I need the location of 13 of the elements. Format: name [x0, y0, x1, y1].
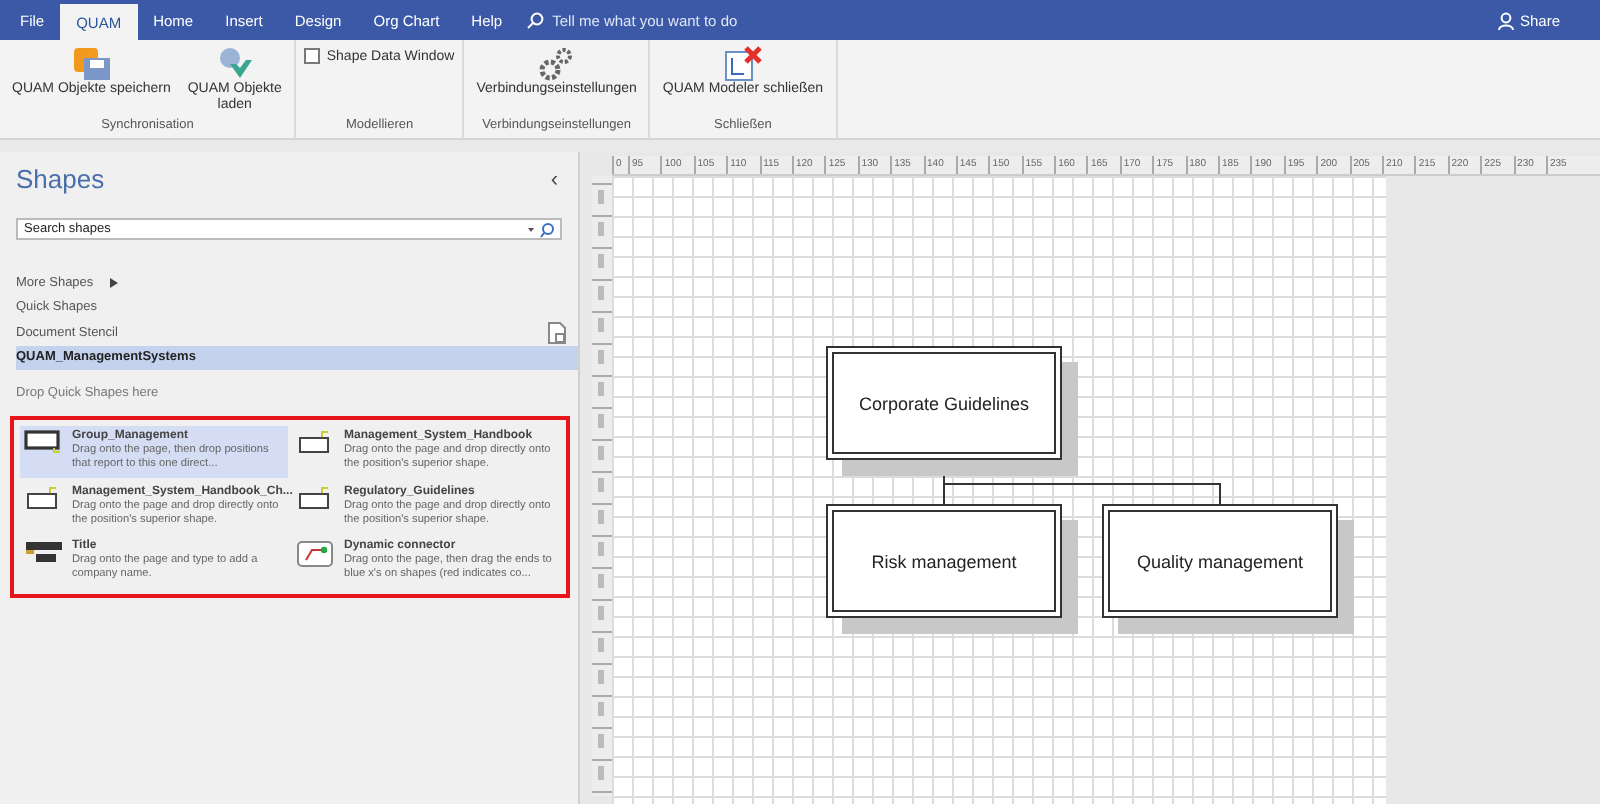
load-arrow-icon [214, 46, 255, 82]
collapse-button[interactable]: ‹ [546, 167, 562, 191]
close-diagram-icon [722, 46, 763, 82]
corp-logo-icon [24, 540, 64, 565]
save-disk-icon [71, 46, 112, 82]
submenu-arrow-icon [109, 277, 118, 288]
search-icon [526, 11, 545, 29]
person-icon [1497, 11, 1514, 29]
panel-title: Shapes [16, 164, 105, 194]
gears-icon [536, 46, 577, 82]
monitor-shape-icon [24, 430, 64, 454]
connector-shape-icon [296, 540, 336, 569]
document-icon [548, 321, 566, 344]
